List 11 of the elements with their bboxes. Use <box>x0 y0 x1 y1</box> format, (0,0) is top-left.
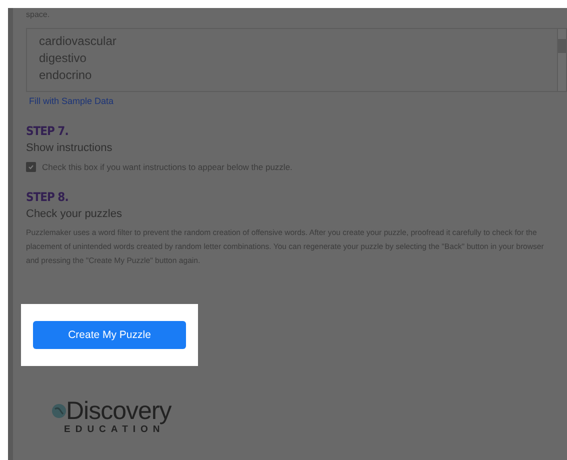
step-label: STEP 8. <box>26 190 70 204</box>
step-label: STEP 7. <box>26 124 70 138</box>
step-title: Check your puzzles <box>26 208 123 220</box>
logo-wordmark: Discovery <box>66 398 172 424</box>
logo-tagline: EDUCATION <box>64 424 165 435</box>
sample-data-link[interactable]: Fill with Sample Data <box>29 96 114 106</box>
create-puzzle-button[interactable]: Create My Puzzle <box>33 321 186 349</box>
checkbox[interactable] <box>26 162 36 172</box>
step-title: Show instructions <box>26 142 114 154</box>
globe-icon <box>52 404 66 418</box>
checkmark-icon <box>28 164 34 170</box>
